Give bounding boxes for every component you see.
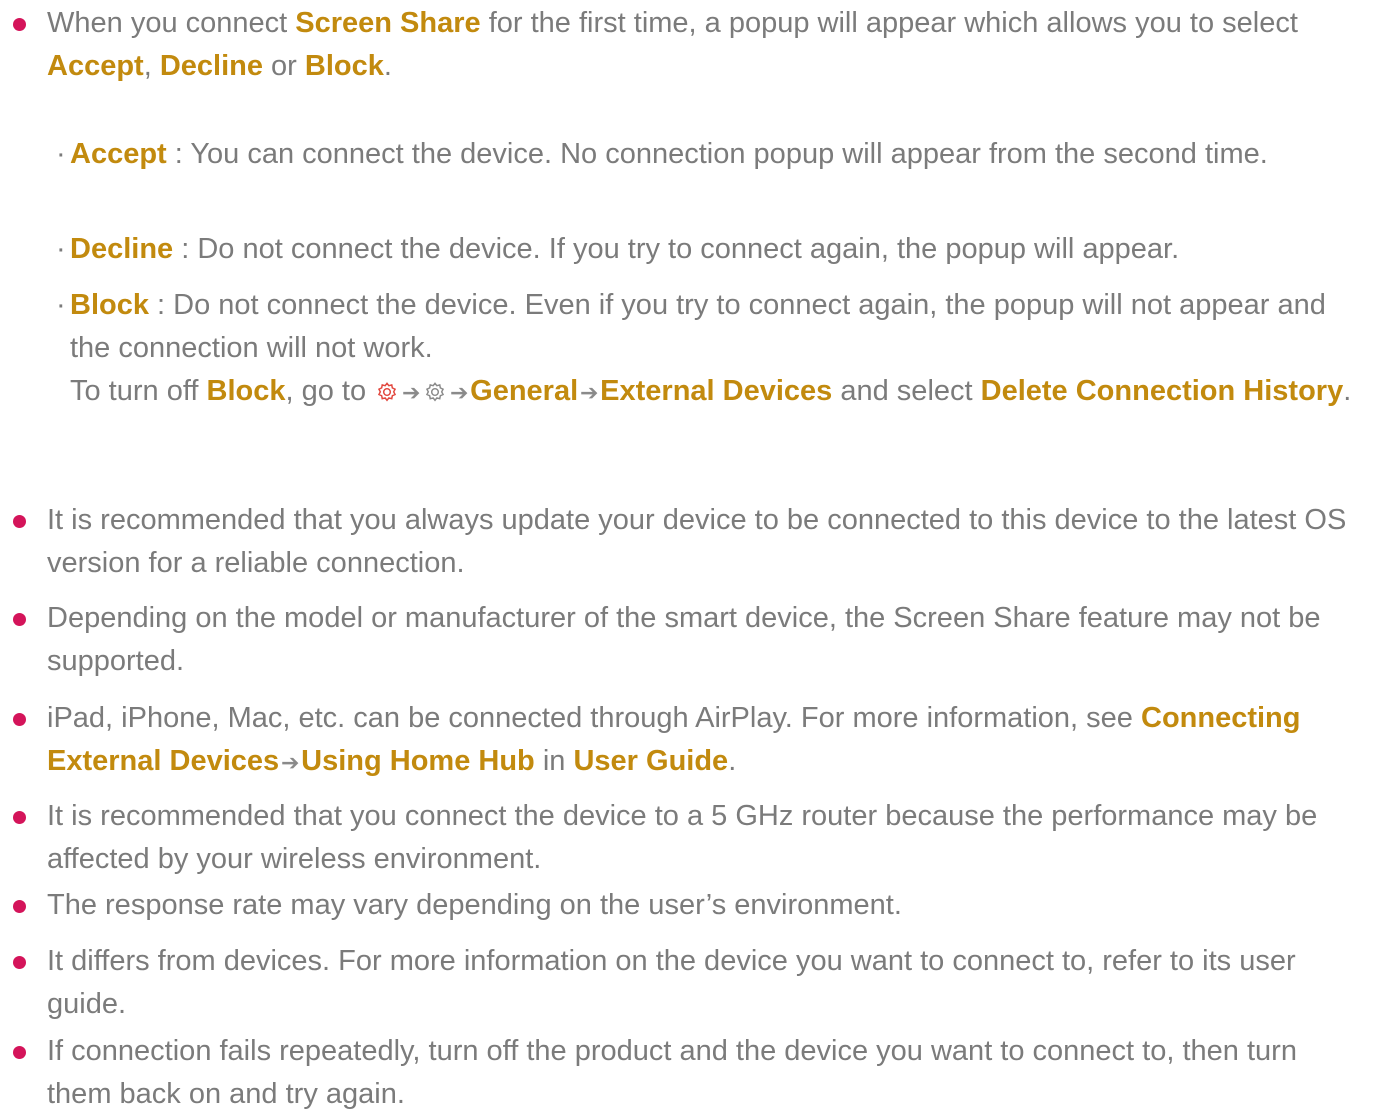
arrow-right-icon: ➔ xyxy=(401,380,421,405)
list-item-text: It is recommended that you always update… xyxy=(47,504,1347,579)
bullet-dot xyxy=(13,1046,26,1059)
bullet-dot xyxy=(13,515,26,528)
settings-gear-red-icon xyxy=(378,382,397,402)
bullet-dot xyxy=(13,900,26,913)
sub-list-item-accept: · Accept : You can connect the device. N… xyxy=(56,133,1360,176)
text: . xyxy=(728,745,737,777)
arrow-right-icon: ➔ xyxy=(579,380,599,405)
accept-term: Accept xyxy=(47,50,144,82)
settings-gear-gray-icon xyxy=(426,382,445,402)
list-item-text: It is recommended that you connect the d… xyxy=(47,800,1318,875)
text: : You can connect the device. No connect… xyxy=(166,138,1268,170)
bullet-dot xyxy=(13,956,26,969)
sub-bullet-marker: · xyxy=(56,138,66,170)
user-guide-link[interactable]: User Guide xyxy=(573,745,728,777)
sub-bullet-marker: · xyxy=(56,233,66,265)
text: . xyxy=(1343,375,1352,407)
accept-term: Accept xyxy=(70,138,167,170)
screen-share-term: Screen Share xyxy=(295,7,481,39)
using-home-hub-link[interactable]: Using Home Hub xyxy=(301,745,535,777)
decline-term: Decline xyxy=(159,50,263,82)
text: , go to xyxy=(285,375,375,407)
bullet-dot xyxy=(13,811,26,824)
general-term: General xyxy=(470,375,579,407)
list-item-text: It differs from devices. For more inform… xyxy=(47,945,1296,1020)
text: : Do not connect the device. If you try … xyxy=(173,233,1180,265)
text: , xyxy=(143,50,160,82)
bullet-dot xyxy=(13,18,26,31)
list-item-text: If connection fails repeatedly, turn off… xyxy=(47,1035,1297,1110)
block-term: Block xyxy=(206,375,286,407)
text: iPad, iPhone, Mac, etc. can be connected… xyxy=(47,702,1141,734)
text: When you connect xyxy=(47,7,296,39)
sub-list-item-text: Decline : Do not connect the device. If … xyxy=(70,228,1360,271)
sub-list-item-block: · Block : Do not connect the device. Eve… xyxy=(56,284,1360,414)
delete-connection-history-term: Delete Connection History xyxy=(980,375,1344,407)
bullet-dot xyxy=(13,713,26,726)
arrow-right-icon: ➔ xyxy=(280,750,300,775)
text: or xyxy=(263,50,305,82)
list-item-text: When you connect Screen Share for the fi… xyxy=(47,2,1367,88)
text: : Do not connect the device. Even if you… xyxy=(70,289,1326,364)
sub-list-item-text: Accept : You can connect the device. No … xyxy=(70,133,1360,176)
sub-bullet-marker: · xyxy=(56,289,66,321)
sub-list-item-text: Block : Do not connect the device. Even … xyxy=(70,284,1360,370)
list-item-text: The response rate may vary depending on … xyxy=(47,889,902,921)
block-term: Block xyxy=(304,50,384,82)
external-devices-term: External Devices xyxy=(600,375,833,407)
text: and select xyxy=(832,375,981,407)
block-term: Block xyxy=(70,289,149,321)
text: . xyxy=(383,50,392,82)
list-item-text: Depending on the model or manufacturer o… xyxy=(47,602,1321,677)
sub-list-item-instruction: To turn off Block, go to ➔ ➔General➔Exter… xyxy=(70,370,1360,414)
list-item-text: iPad, iPhone, Mac, etc. can be connected… xyxy=(47,697,1367,784)
arrow-right-icon: ➔ xyxy=(449,380,469,405)
bullet-dot xyxy=(13,613,26,626)
sub-list-item-decline: · Decline : Do not connect the device. I… xyxy=(56,228,1360,271)
text: in xyxy=(534,745,574,777)
text: To turn off xyxy=(70,375,207,407)
decline-term: Decline xyxy=(70,233,174,265)
text: for the first time, a popup will appear … xyxy=(480,7,1298,39)
